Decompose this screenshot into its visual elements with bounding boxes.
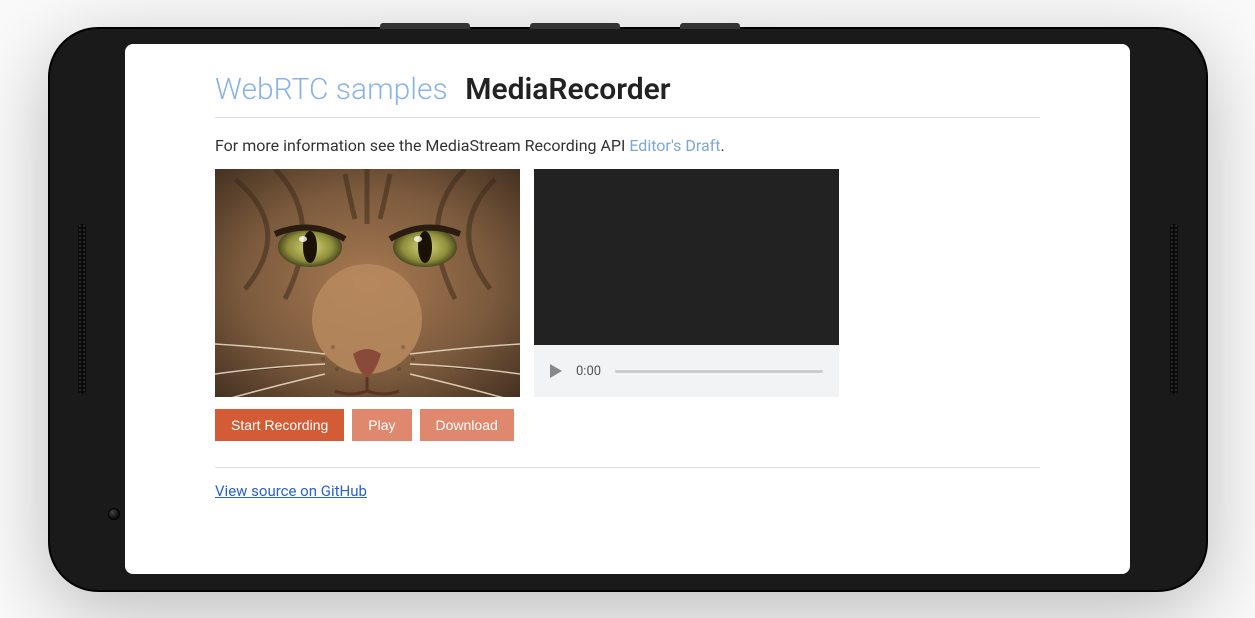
start-recording-button[interactable]: Start Recording	[215, 409, 344, 441]
front-camera	[108, 508, 120, 520]
phone-hardware-buttons	[380, 23, 740, 29]
view-source-link[interactable]: View source on GitHub	[215, 482, 367, 500]
video-controls: 0:00	[534, 345, 839, 397]
live-video-preview	[215, 169, 520, 397]
speaker-right	[1170, 224, 1178, 394]
video-canvas	[534, 169, 839, 345]
page-title: WebRTC samples MediaRecorder	[215, 72, 1040, 118]
media-row: 0:00	[215, 169, 1040, 397]
description-suffix: .	[720, 136, 724, 155]
download-button[interactable]: Download	[420, 409, 514, 441]
phone-frame: WebRTC samples MediaRecorder For more in…	[48, 27, 1208, 592]
play-icon[interactable]	[550, 364, 562, 378]
title-main: MediaRecorder	[465, 72, 670, 107]
screen: WebRTC samples MediaRecorder For more in…	[125, 44, 1130, 574]
recorded-video-player: 0:00	[534, 169, 839, 397]
editors-draft-link[interactable]: Editor's Draft	[629, 136, 720, 155]
description-prefix: For more information see the MediaStream…	[215, 136, 629, 155]
description-text: For more information see the MediaStream…	[215, 136, 1040, 155]
button-row: Start Recording Play Download	[215, 409, 1040, 441]
time-display: 0:00	[576, 364, 601, 379]
speaker-left	[78, 224, 86, 394]
title-link[interactable]: WebRTC samples	[215, 72, 448, 107]
seek-track[interactable]	[615, 370, 823, 373]
divider	[215, 467, 1040, 468]
play-button[interactable]: Play	[352, 409, 411, 441]
cat-image	[215, 169, 520, 397]
